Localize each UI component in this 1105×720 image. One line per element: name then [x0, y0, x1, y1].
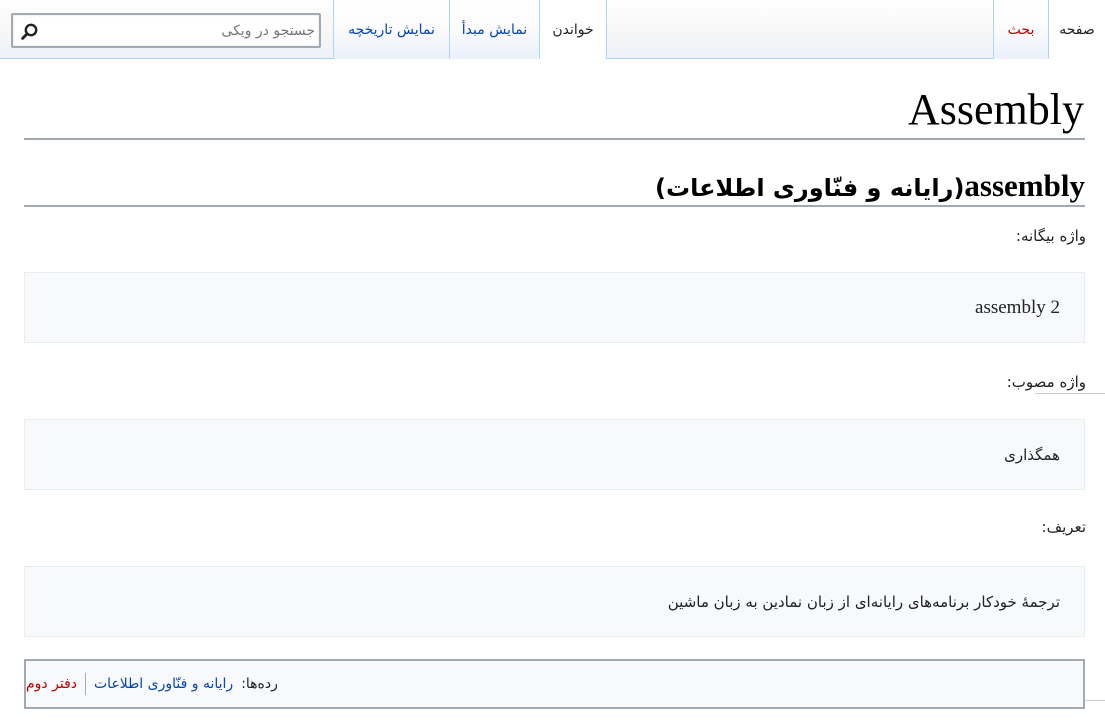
tab-view-history[interactable]: نمایش تاریخچه — [333, 0, 449, 59]
section-heading: (رایانه و فنّاوری اطلاعات)assembly — [24, 168, 1085, 204]
divider-line — [1085, 700, 1105, 701]
foreign-word-value: assembly 2 — [975, 296, 1060, 318]
tab-view-history-link[interactable]: نمایش تاریخچه — [348, 21, 435, 39]
category-links: رده‌ها: رایانه و فنّاوری اطلاعات دفتر دو… — [24, 659, 1085, 709]
page-title: Assembly — [908, 85, 1084, 134]
tab-page[interactable]: صفحه — [1048, 0, 1105, 59]
divider-line — [1035, 393, 1105, 394]
approved-word-value: همگذاری — [1004, 445, 1060, 464]
section-divider — [24, 205, 1085, 207]
definition-label: تعریف: — [1041, 518, 1086, 536]
category-separator — [85, 673, 86, 695]
approved-word-label: واژه مصوب: — [1006, 373, 1086, 391]
search-box[interactable] — [11, 13, 321, 48]
tab-page-label[interactable]: صفحه — [1059, 21, 1095, 39]
tab-view-source-link[interactable]: نمایش مبدأ — [462, 21, 527, 39]
top-navigation-bar: صفحه بحث خواندن نمایش مبدأ نمایش تاریخچه — [0, 0, 1105, 59]
search-icon[interactable] — [20, 23, 38, 40]
tab-talk[interactable]: بحث — [993, 0, 1048, 59]
tab-read[interactable]: خواندن — [539, 0, 607, 59]
section-heading-domain: (رایانه و فنّاوری اطلاعات) — [655, 174, 965, 202]
definition-value: ترجمۀ خودکار برنامه‌های رایانه‌ای از زبا… — [667, 592, 1060, 611]
search-button[interactable] — [17, 19, 41, 43]
section-heading-term: assembly — [964, 168, 1085, 203]
foreign-word-label: واژه بیگانه: — [1015, 227, 1086, 245]
category-link-computing[interactable]: رایانه و فنّاوری اطلاعات — [94, 676, 233, 692]
tab-read-label[interactable]: خواندن — [552, 21, 593, 39]
approved-word-box: همگذاری — [24, 419, 1085, 490]
foreign-word-box: assembly 2 — [24, 272, 1085, 343]
definition-box: ترجمۀ خودکار برنامه‌های رایانه‌ای از زبا… — [24, 566, 1085, 637]
search-input[interactable] — [45, 15, 317, 46]
categories-label: رده‌ها: — [241, 676, 278, 692]
category-link-second-book[interactable]: دفتر دوم — [26, 676, 77, 692]
tab-view-source[interactable]: نمایش مبدأ — [449, 0, 539, 59]
title-divider — [24, 138, 1085, 140]
tab-talk-link[interactable]: بحث — [1008, 21, 1035, 39]
